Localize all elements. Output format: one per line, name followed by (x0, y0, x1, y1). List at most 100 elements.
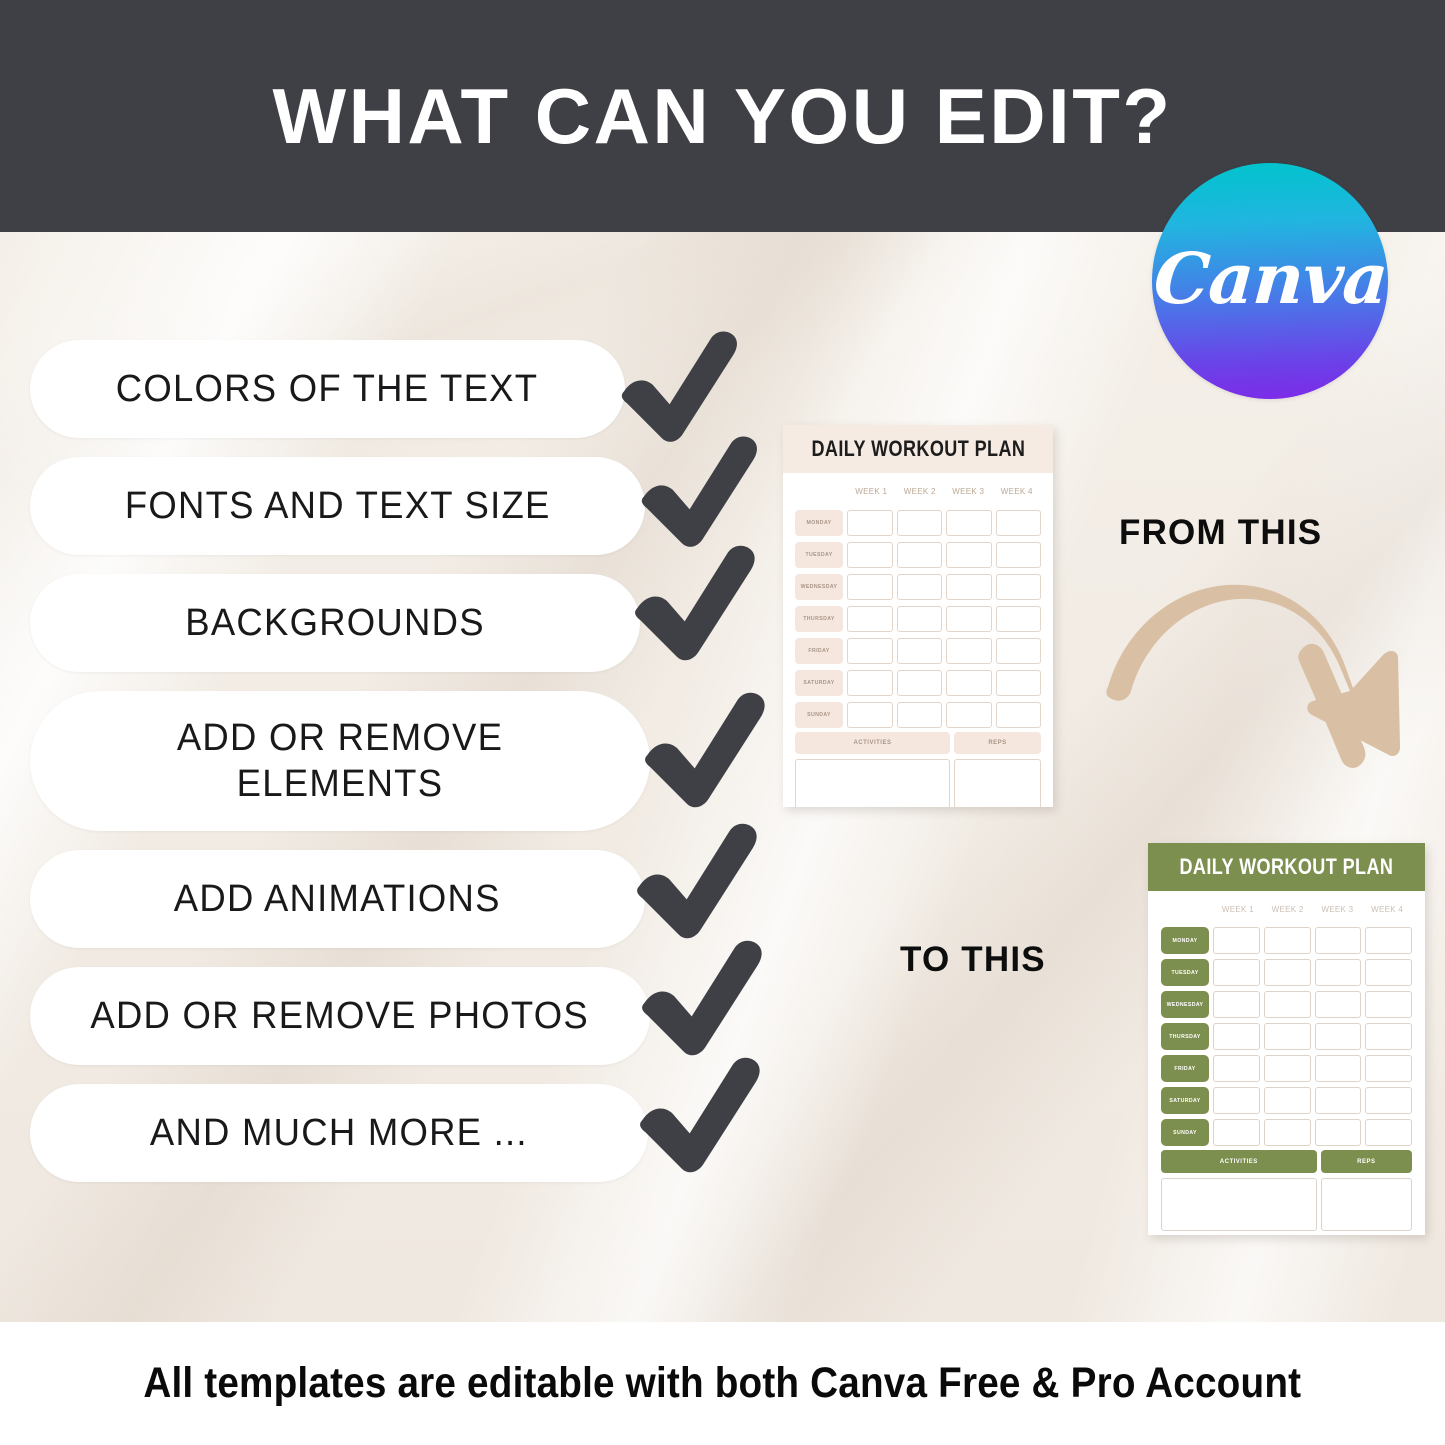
week-header-spacer (795, 487, 847, 505)
day-row: WEDNESDAY (795, 572, 1041, 601)
planner-cell[interactable] (896, 541, 942, 568)
feature-pill-backgrounds[interactable]: BACKGROUNDS (30, 574, 640, 672)
week-header-1: WEEK 1 (855, 487, 888, 496)
planner-cell[interactable] (1365, 959, 1412, 986)
planner-cell[interactable] (896, 605, 942, 632)
planner-cell[interactable] (995, 541, 1041, 568)
day-row: MONDAY (1161, 926, 1412, 955)
feature-pill-fonts-and-text-size[interactable]: FONTS AND TEXT SIZE (30, 457, 645, 555)
notes-row (1161, 1178, 1412, 1231)
planner-cell[interactable] (995, 701, 1041, 728)
feature-label: ADD OR REMOVE ELEMENTS (176, 716, 504, 805)
planner-cell[interactable] (995, 509, 1041, 536)
planner-cell[interactable] (847, 669, 893, 696)
planner-card-green[interactable]: DAILY WORKOUT PLAN WEEK 1 WEEK 2 WEEK 3 … (1148, 843, 1425, 1235)
planner-cell[interactable] (896, 669, 942, 696)
day-cells (847, 605, 1041, 632)
planner-cell[interactable] (1263, 991, 1311, 1018)
planner-cell[interactable] (995, 637, 1041, 664)
feature-pill-add-animations[interactable]: ADD ANIMATIONS (30, 850, 645, 948)
planner-cell[interactable] (1314, 1087, 1362, 1114)
planner-cell[interactable] (995, 573, 1041, 600)
planner-cell[interactable] (946, 701, 992, 728)
activities-header: ACTIVITIES (1161, 1150, 1317, 1173)
day-row: MONDAY (795, 508, 1041, 537)
reps-note-box[interactable] (1320, 1178, 1412, 1231)
planner-cell[interactable] (946, 509, 992, 536)
planner-cell[interactable] (1263, 959, 1311, 986)
planner-cell[interactable] (896, 573, 942, 600)
planner-cell[interactable] (1314, 927, 1362, 954)
planner-cell[interactable] (1213, 1055, 1260, 1082)
notes-row (795, 759, 1041, 807)
day-label-tuesday: TUESDAY (1161, 959, 1209, 986)
checkmark-icon (635, 545, 755, 661)
planner-cell[interactable] (1365, 1087, 1412, 1114)
day-label-friday: FRIDAY (795, 637, 843, 664)
planner-cell[interactable] (1365, 991, 1412, 1018)
feature-pill-and-much-more[interactable]: AND MUCH MORE ... (30, 1084, 648, 1182)
planner-cell[interactable] (896, 701, 942, 728)
week-header-2: WEEK 2 (903, 487, 936, 496)
planner-cell[interactable] (946, 573, 992, 600)
planner-cell[interactable] (946, 637, 992, 664)
day-label-saturday: SATURDAY (795, 669, 843, 696)
checkmark-icon (640, 1057, 760, 1173)
planner-cell[interactable] (847, 605, 893, 632)
feature-pill-add-or-remove-elements[interactable]: ADD OR REMOVE ELEMENTS (30, 691, 650, 831)
day-cells (1213, 1087, 1412, 1114)
planner-cell[interactable] (847, 701, 893, 728)
planner-cell[interactable] (1213, 1119, 1260, 1146)
day-cells (1213, 1023, 1412, 1050)
feature-pill-add-or-remove-photos[interactable]: ADD OR REMOVE PHOTOS (30, 967, 650, 1065)
planner-cell[interactable] (1213, 1023, 1260, 1050)
feature-label: COLORS OF THE TEXT (116, 367, 539, 410)
week-header-1: WEEK 1 (1221, 905, 1254, 914)
planner-cell[interactable] (1213, 927, 1260, 954)
planner-cell[interactable] (995, 605, 1041, 632)
day-row: FRIDAY (1161, 1054, 1412, 1083)
planner-cell[interactable] (946, 669, 992, 696)
planner-cell[interactable] (1263, 927, 1311, 954)
planner-cell[interactable] (1365, 1119, 1412, 1146)
activities-note-box[interactable] (795, 759, 950, 807)
planner-cell[interactable] (995, 669, 1041, 696)
activities-note-box[interactable] (1161, 1178, 1317, 1231)
day-row: SATURDAY (795, 668, 1041, 697)
planner-cell[interactable] (1314, 1055, 1362, 1082)
planner-cell[interactable] (946, 541, 992, 568)
planner-cell[interactable] (847, 637, 893, 664)
feature-row: COLORS OF THE TEXT (30, 331, 750, 442)
feature-pill-colors-of-the-text[interactable]: COLORS OF THE TEXT (30, 340, 625, 438)
reps-note-box[interactable] (953, 759, 1041, 807)
planner-cell[interactable] (1365, 1055, 1412, 1082)
planner-cell[interactable] (1213, 1087, 1260, 1114)
feature-label: ADD OR REMOVE PHOTOS (90, 994, 590, 1037)
planner-cell[interactable] (1314, 1119, 1362, 1146)
feature-row: FONTS AND TEXT SIZE (30, 436, 757, 555)
to-this-label: TO THIS (900, 940, 1046, 979)
day-label-sunday: SUNDAY (1161, 1119, 1209, 1146)
day-cells (847, 573, 1041, 600)
planner-card-beige[interactable]: DAILY WORKOUT PLAN WEEK 1 WEEK 2 WEEK 3 … (783, 425, 1053, 807)
reps-header: REPS (953, 732, 1041, 754)
planner-cell[interactable] (847, 509, 893, 536)
day-label-saturday: SATURDAY (1161, 1087, 1209, 1114)
planner-cell[interactable] (896, 637, 942, 664)
planner-cell[interactable] (1365, 1023, 1412, 1050)
planner-cell[interactable] (1314, 1023, 1362, 1050)
planner-cell[interactable] (1213, 959, 1260, 986)
planner-cell[interactable] (1365, 927, 1412, 954)
planner-cell[interactable] (1314, 959, 1362, 986)
planner-cell[interactable] (1263, 1055, 1311, 1082)
planner-cell[interactable] (847, 541, 893, 568)
planner-cell[interactable] (1263, 1087, 1311, 1114)
planner-cell[interactable] (896, 509, 942, 536)
curved-arrow-icon (1100, 545, 1430, 780)
planner-cell[interactable] (946, 605, 992, 632)
planner-cell[interactable] (847, 573, 893, 600)
planner-cell[interactable] (1263, 1119, 1311, 1146)
planner-cell[interactable] (1263, 1023, 1311, 1050)
planner-cell[interactable] (1213, 991, 1260, 1018)
planner-cell[interactable] (1314, 991, 1362, 1018)
